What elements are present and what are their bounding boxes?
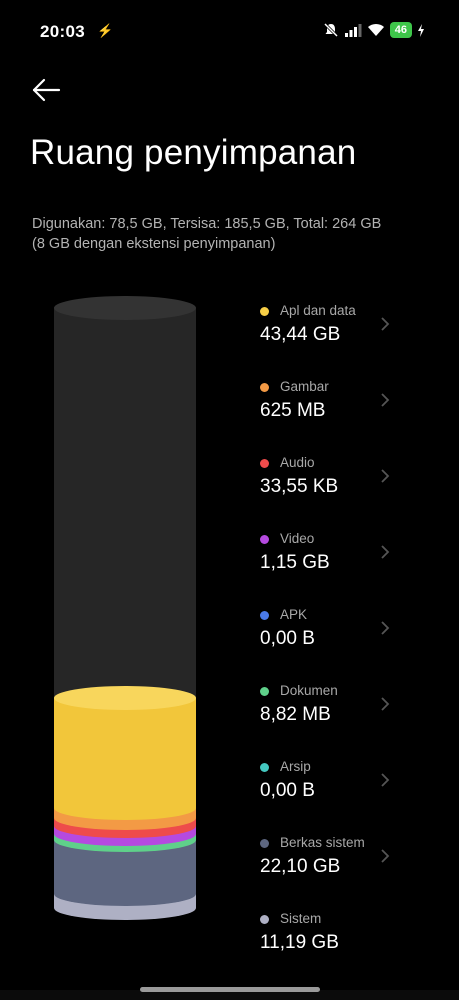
storage-extension-text: (8 GB dengan ekstensi penyimpanan) bbox=[32, 236, 276, 252]
category-apl-dan-data[interactable]: Apl dan data 43,44 GB bbox=[258, 300, 418, 376]
segment-apl-dan-data-top bbox=[54, 686, 196, 710]
arrow-left-icon bbox=[32, 78, 61, 102]
category-size: 0,00 B bbox=[260, 780, 315, 801]
storage-cylinder-chart bbox=[50, 294, 200, 934]
chevron-right-icon bbox=[381, 393, 390, 407]
wifi-icon bbox=[367, 23, 384, 36]
category-size: 43,44 GB bbox=[260, 324, 341, 345]
segment-apl-dan-data bbox=[54, 698, 196, 820]
category-size: 11,19 GB bbox=[260, 932, 339, 953]
chevron-right-icon bbox=[381, 849, 390, 863]
color-dot-icon bbox=[260, 763, 269, 772]
category-label: Dokumen bbox=[280, 683, 338, 698]
category-label: APK bbox=[280, 607, 308, 622]
status-icons: 46 bbox=[323, 22, 425, 38]
category-label: Arsip bbox=[280, 759, 311, 774]
storage-summary: Digunakan: 78,5 GB, Tersisa: 185,5 GB, T… bbox=[32, 214, 442, 254]
category-label: Sistem bbox=[280, 911, 322, 926]
color-dot-icon bbox=[260, 611, 269, 620]
category-label: Gambar bbox=[280, 379, 329, 394]
battery-charging-icon bbox=[418, 23, 424, 37]
chevron-right-icon bbox=[381, 545, 390, 559]
color-dot-icon bbox=[260, 383, 269, 392]
category-size: 33,55 KB bbox=[260, 476, 339, 497]
category-label: Audio bbox=[280, 455, 315, 470]
chevron-right-icon bbox=[381, 621, 390, 635]
status-time: 20:03 bbox=[40, 22, 85, 41]
page-title: Ruang penyimpanan bbox=[30, 133, 357, 172]
category-label: Video bbox=[280, 531, 315, 546]
battery-icon: 46 bbox=[389, 22, 412, 38]
category-apk[interactable]: APK 0,00 B bbox=[258, 604, 418, 680]
category-audio[interactable]: Audio 33,55 KB bbox=[258, 452, 418, 528]
cylinder-top-cap bbox=[54, 296, 196, 320]
chevron-right-icon bbox=[381, 773, 390, 787]
category-size: 0,00 B bbox=[260, 628, 315, 649]
color-dot-icon bbox=[260, 915, 269, 924]
color-dot-icon bbox=[260, 459, 269, 468]
color-dot-icon bbox=[260, 687, 269, 696]
category-video[interactable]: Video 1,15 GB bbox=[258, 528, 418, 604]
signal-icon bbox=[344, 24, 362, 37]
storage-usage-text: Digunakan: 78,5 GB, Tersisa: 185,5 GB, T… bbox=[32, 216, 382, 232]
category-size: 1,15 GB bbox=[260, 552, 330, 573]
back-button[interactable] bbox=[30, 74, 66, 106]
chevron-right-icon bbox=[381, 697, 390, 711]
status-bar: 20:03 ⚡ 46 bbox=[0, 0, 459, 64]
color-dot-icon bbox=[260, 307, 269, 316]
category-label: Berkas sistem bbox=[280, 835, 365, 850]
category-size: 22,10 GB bbox=[260, 856, 341, 877]
category-berkas-sistem[interactable]: Berkas sistem 22,10 GB bbox=[258, 832, 418, 908]
category-size: 8,82 MB bbox=[260, 704, 331, 725]
color-dot-icon bbox=[260, 535, 269, 544]
category-dokumen[interactable]: Dokumen 8,82 MB bbox=[258, 680, 418, 756]
charging-icon: ⚡ bbox=[97, 23, 114, 38]
category-gambar[interactable]: Gambar 625 MB bbox=[258, 376, 418, 452]
category-arsip[interactable]: Arsip 0,00 B bbox=[258, 756, 418, 832]
chevron-right-icon bbox=[381, 317, 390, 331]
home-indicator[interactable] bbox=[140, 987, 320, 992]
category-size: 625 MB bbox=[260, 400, 326, 421]
chevron-right-icon bbox=[381, 469, 390, 483]
category-sistem: Sistem 11,19 GB bbox=[258, 908, 418, 984]
category-list: Apl dan data 43,44 GB Gambar 625 MB Audi… bbox=[258, 300, 418, 984]
mute-icon bbox=[323, 22, 338, 38]
category-label: Apl dan data bbox=[280, 303, 356, 318]
color-dot-icon bbox=[260, 839, 269, 848]
